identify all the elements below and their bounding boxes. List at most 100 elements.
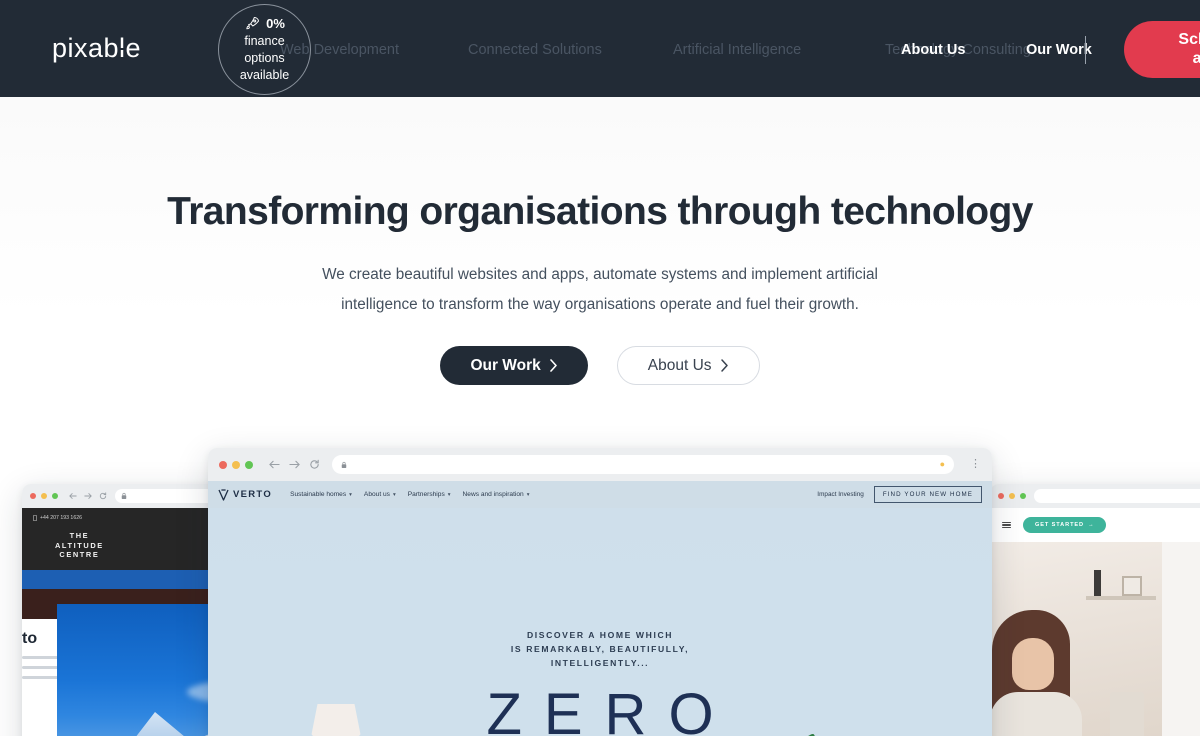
altitude-phone[interactable]: +44 207 193 1626 <box>33 515 82 521</box>
forward-arrow-icon[interactable] <box>84 492 92 500</box>
verto-logo[interactable]: VERTO <box>218 488 273 501</box>
schedule-a-call-button[interactable]: Schedule a Call <box>1124 21 1200 78</box>
chevron-down-icon: ▾ <box>349 491 352 498</box>
forward-arrow-icon[interactable] <box>289 459 300 470</box>
back-arrow-icon[interactable] <box>69 492 77 500</box>
finance-badge-line-3: available <box>239 68 290 83</box>
lamp-shade <box>311 704 361 737</box>
site-logo[interactable]: pixable <box>52 33 141 64</box>
reload-icon[interactable] <box>309 459 320 470</box>
get-started-button[interactable]: GET STARTED → <box>1023 517 1107 533</box>
finance-badge-line-2: options <box>244 50 285 65</box>
verto-tagline-line-2: IS REMARKABLY, BEAUTIFULLY, <box>510 644 690 654</box>
chevron-down-icon: ▾ <box>447 491 451 498</box>
chevron-down-icon: ▾ <box>392 491 396 498</box>
window-controls <box>219 460 253 469</box>
verto-nav-partnerships[interactable]: Partnerships ▾ <box>408 491 451 498</box>
verto-navbar-right: Impact Investing FIND YOUR NEW HOME <box>817 486 982 503</box>
verto-hero: DISCOVER A HOME WHICH IS REMARKABLY, BEA… <box>208 508 992 750</box>
verto-tagline: DISCOVER A HOME WHICH IS REMARKABLY, BEA… <box>208 628 992 670</box>
close-dot-icon[interactable] <box>998 493 1004 499</box>
right-site-navbar: GET STARTED → <box>990 508 1200 542</box>
nav-item-connected-solutions[interactable]: Connected Solutions <box>468 42 602 58</box>
verto-site: VERTO Sustainable homes ▾ About us ▾ Partn… <box>208 481 992 750</box>
mockup-window-center[interactable]: ● ⋮ VERTO Sustainable homes▾ About us▾ <box>208 448 992 750</box>
page-root: pixable 0% finance options available Web… <box>0 0 1200 750</box>
verto-nav-sustainable-homes[interactable]: Sustainable homes ▾ <box>290 491 352 498</box>
rocket-icon <box>244 15 261 32</box>
minimize-dot-icon[interactable] <box>232 460 240 469</box>
verto-tagline-line-3: INTELLIGENTLY... <box>550 658 650 668</box>
window-controls <box>30 493 58 499</box>
browser-chrome-center: ● ⋮ <box>208 448 992 481</box>
finance-badge[interactable]: 0% finance options available <box>218 4 311 95</box>
verto-nav-label: About us <box>363 491 390 498</box>
verto-nav-links: Sustainable homes ▾ About us ▾ Partnership… <box>290 491 529 498</box>
right-site-hero <box>990 542 1200 750</box>
altitude-logo: THE ALTITUDE CENTRE <box>55 531 104 560</box>
bookmark-star-icon[interactable]: ● <box>940 460 945 469</box>
main-navigation: Web Development Connected Solutions Arti… <box>280 0 1120 97</box>
nav-item-artificial-intelligence[interactable]: Artificial Intelligence <box>673 42 801 58</box>
browser-nav-buttons <box>269 459 320 470</box>
altitude-heading: to <box>22 630 38 647</box>
hamburger-menu-icon[interactable] <box>1002 521 1011 529</box>
nav-item-about-us[interactable]: About Us <box>901 42 965 58</box>
window-controls <box>998 493 1026 499</box>
verto-nav-label: Sustainable homes <box>290 491 347 498</box>
minimize-dot-icon[interactable] <box>1009 493 1015 499</box>
lock-icon <box>341 461 347 469</box>
verto-navbar: VERTO Sustainable homes ▾ About us ▾ Partn… <box>208 481 992 508</box>
site-header: pixable 0% finance options available Web… <box>0 0 1200 97</box>
verto-mark-icon <box>218 488 229 501</box>
person-face <box>1012 638 1054 690</box>
finance-badge-top-row: 0% <box>244 15 285 32</box>
desk-object-lamp <box>1094 570 1101 596</box>
altitude-phone-number: +44 207 193 1626 <box>40 515 82 521</box>
logo-slashed-o: l <box>119 33 126 63</box>
close-dot-icon[interactable] <box>30 493 36 499</box>
verto-nav-about-us[interactable]: About us ▾ <box>364 491 396 498</box>
right-mockup-site: GET STARTED → <box>990 508 1200 750</box>
schedule-button-line-2: a Call <box>1192 50 1200 67</box>
get-started-label: GET STARTED <box>1035 522 1084 528</box>
right-site-content-panel <box>1162 542 1200 750</box>
altitude-logo-line-2: ALTITUDE <box>55 540 104 550</box>
right-site-photo <box>990 542 1162 750</box>
browser-nav-buttons <box>69 492 107 500</box>
mockup-gallery: +44 207 193 1626 THE ALTITUDE CENTRE to <box>0 0 1200 750</box>
reload-icon[interactable] <box>99 492 107 500</box>
arrow-right-icon: → <box>1087 522 1095 528</box>
verto-logo-text: VERTO <box>233 489 273 500</box>
browser-chrome-right: ● ⋮ <box>990 484 1200 508</box>
verto-tagline-line-1: DISCOVER A HOME WHICH <box>526 630 674 640</box>
chevron-down-icon: ▾ <box>526 491 530 498</box>
finance-badge-percent: 0% <box>266 15 285 31</box>
address-bar-right[interactable]: ● <box>1034 489 1200 503</box>
desk-object-box <box>1110 692 1144 740</box>
close-dot-icon[interactable] <box>219 460 227 469</box>
verto-nav-news-and-inspiration[interactable]: News and inspiration ▾ <box>463 491 530 498</box>
bottom-edge-mask <box>0 736 1200 750</box>
lock-icon <box>121 492 127 500</box>
text-cursor <box>1085 36 1086 64</box>
maximize-dot-icon[interactable] <box>1020 493 1026 499</box>
browser-menu-icon[interactable]: ⋮ <box>970 459 981 470</box>
address-bar-center[interactable]: ● <box>332 455 954 474</box>
phone-icon <box>33 515 37 521</box>
verto-impact-investing-link[interactable]: Impact Investing <box>817 491 864 498</box>
verto-nav-label: Partnerships <box>407 491 445 498</box>
nav-item-our-work[interactable]: Our Work <box>1026 42 1092 58</box>
mockup-window-right[interactable]: ● ⋮ GET STARTED → <box>990 484 1200 750</box>
schedule-button-line-1: Schedule <box>1178 31 1200 48</box>
minimize-dot-icon[interactable] <box>41 493 47 499</box>
back-arrow-icon[interactable] <box>269 459 280 470</box>
verto-nav-label: News and inspiration <box>462 491 524 498</box>
maximize-dot-icon[interactable] <box>52 493 58 499</box>
desk-shelf <box>1086 596 1156 600</box>
altitude-logo-line-1: THE <box>69 531 90 540</box>
find-your-new-home-button[interactable]: FIND YOUR NEW HOME <box>873 486 982 503</box>
desk-object-frame <box>1122 576 1142 596</box>
finance-badge-line-1: finance <box>244 33 285 48</box>
maximize-dot-icon[interactable] <box>245 460 253 469</box>
